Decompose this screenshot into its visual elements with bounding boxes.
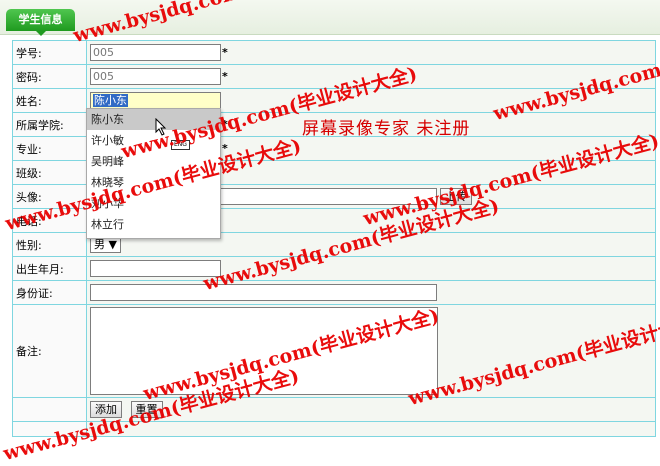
password-label: 密码: bbox=[12, 64, 87, 89]
gender-value: 男 bbox=[94, 238, 105, 251]
tab-student-info[interactable]: 学生信息 bbox=[6, 9, 75, 31]
id-card-label: 身份证: bbox=[12, 280, 87, 305]
college-label: 所属学院: bbox=[12, 112, 87, 137]
major-label: 专业: bbox=[12, 136, 87, 161]
id-card-cell bbox=[86, 280, 656, 305]
notes-label: 备注: bbox=[12, 304, 87, 398]
tab-indicator bbox=[36, 31, 46, 36]
name-input-selected-text: 陈小东 bbox=[93, 94, 128, 107]
autocomplete-item[interactable]: 林立行 bbox=[87, 214, 220, 235]
birth-date-cell bbox=[86, 256, 656, 281]
id-card-input[interactable] bbox=[90, 284, 437, 301]
screen-recorder-watermark: 屏幕录像专家 未注册 bbox=[302, 119, 471, 139]
required-mark: * bbox=[222, 45, 228, 59]
password-input[interactable] bbox=[90, 68, 221, 85]
buttons-label-cell bbox=[12, 397, 87, 422]
table-row: 学号: * bbox=[12, 40, 656, 65]
chevron-down-icon: ▼ bbox=[108, 238, 117, 251]
gender-label: 性别: bbox=[12, 232, 87, 257]
empty-field-cell bbox=[86, 421, 656, 437]
name-input[interactable]: 陈小东 bbox=[90, 92, 221, 109]
table-row: 身份证: bbox=[12, 280, 656, 305]
student-id-input[interactable] bbox=[90, 44, 221, 61]
birth-date-label: 出生年月: bbox=[12, 256, 87, 281]
class-label: 班级: bbox=[12, 160, 87, 185]
student-id-cell: * bbox=[86, 40, 656, 65]
required-mark: * bbox=[222, 69, 228, 83]
name-label: 姓名: bbox=[12, 88, 87, 113]
